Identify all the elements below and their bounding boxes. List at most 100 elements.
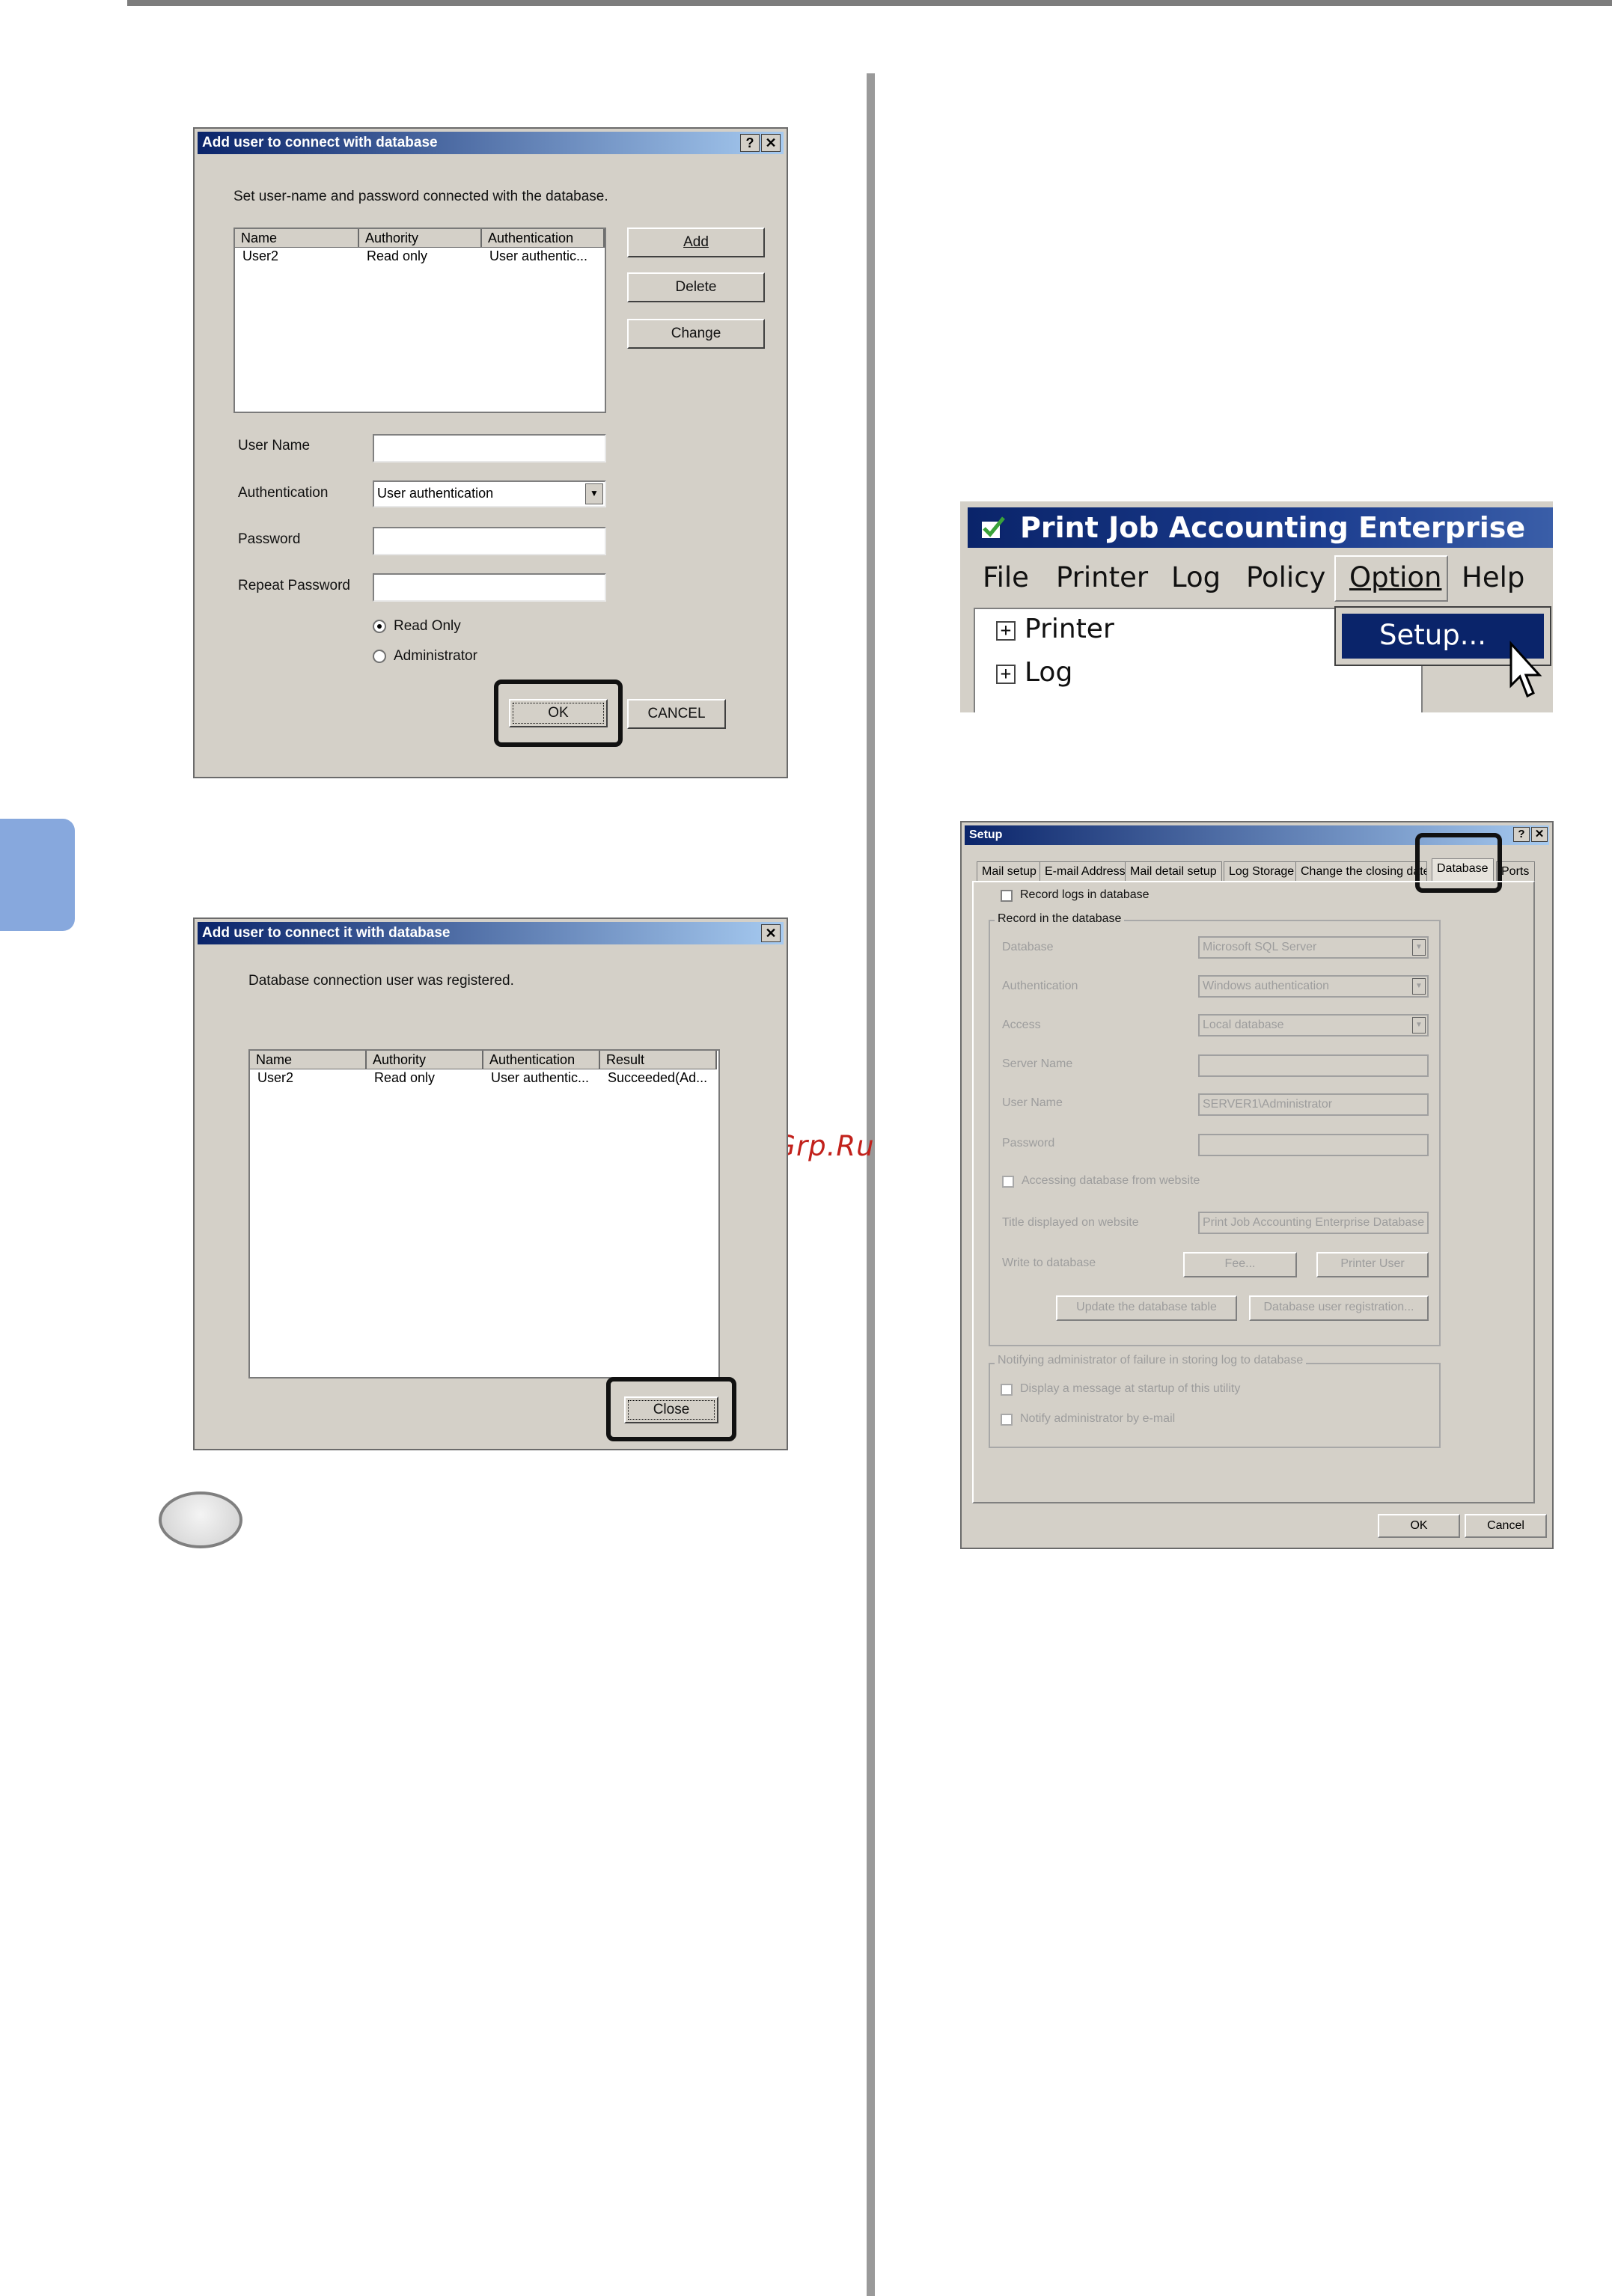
table-row-authority[interactable]: Read only	[367, 248, 427, 264]
authentication-value: User authentication	[377, 486, 494, 501]
record-logs-checkbox[interactable]	[1001, 890, 1013, 902]
cancel-button[interactable]: Cancel	[1465, 1514, 1547, 1538]
col-name[interactable]: Name	[235, 229, 359, 248]
menu-printer[interactable]: Printer	[1056, 561, 1148, 593]
radio-administrator-label[interactable]: Administrator	[394, 648, 477, 665]
chevron-down-icon[interactable]: ▼	[1412, 1017, 1426, 1033]
database-select[interactable]: Microsoft SQL Server ▼	[1198, 936, 1429, 959]
menu-option[interactable]: Option	[1349, 561, 1441, 593]
repeat-password-input[interactable]	[373, 573, 606, 602]
notify-email-checkbox[interactable]	[1001, 1414, 1013, 1426]
dialog-title: Setup	[969, 828, 1003, 841]
help-button[interactable]: ?	[1513, 827, 1530, 842]
app-titlebar: Print Job Accounting Enterprise	[968, 507, 1553, 548]
cancel-button[interactable]: CANCEL	[627, 699, 726, 729]
tab-email-address[interactable]: E-mail Address	[1039, 861, 1131, 881]
auth-value: Windows authentication	[1203, 980, 1329, 992]
radio-administrator[interactable]	[373, 650, 386, 663]
close-dialog-button[interactable]: Close	[624, 1396, 718, 1423]
col-authority[interactable]: Authority	[359, 229, 482, 248]
tree-item-log[interactable]: Log	[1025, 657, 1072, 688]
chevron-down-icon[interactable]: ▼	[1412, 939, 1426, 956]
username-input[interactable]	[373, 434, 606, 462]
user-input[interactable]: SERVER1\Administrator	[1198, 1093, 1429, 1116]
user-registration-button[interactable]: Database user registration...	[1249, 1295, 1429, 1321]
ok-button[interactable]: OK	[1378, 1514, 1460, 1538]
menu-policy[interactable]: Policy	[1246, 561, 1325, 593]
tab-closing-date[interactable]: Change the closing date	[1295, 861, 1427, 881]
tree-item-printer[interactable]: Printer	[1025, 614, 1114, 644]
table-row-authentication[interactable]: User authentic...	[491, 1070, 589, 1086]
message-text: Database connection user was registered.	[248, 973, 514, 989]
username-label: User Name	[238, 438, 311, 454]
dialog-titlebar: Add user to connect with database	[198, 132, 784, 154]
result-list[interactable]: Name Authority Authentication Result Use…	[248, 1049, 720, 1378]
close-button[interactable]: ✕	[761, 924, 781, 942]
table-row-result[interactable]: Succeeded(Ad...	[608, 1070, 707, 1086]
record-logs-label[interactable]: Record logs in database	[1020, 888, 1150, 902]
printer-user-button[interactable]: Printer User	[1316, 1252, 1429, 1277]
table-row-authentication[interactable]: User authentic...	[489, 248, 587, 264]
tab-mail-detail[interactable]: Mail detail setup	[1125, 861, 1222, 881]
fee-button[interactable]: Fee...	[1183, 1252, 1297, 1277]
table-row-name[interactable]: User2	[257, 1070, 293, 1086]
add-button[interactable]: Add	[627, 228, 765, 257]
app-window-menu: Print Job Accounting Enterprise File Pri…	[960, 501, 1553, 712]
close-button[interactable]: ✕	[1531, 827, 1548, 842]
user-label: User Name	[1002, 1096, 1063, 1109]
notify-group	[989, 1363, 1441, 1448]
expand-icon[interactable]: +	[996, 621, 1016, 641]
chevron-down-icon[interactable]: ▼	[1412, 978, 1426, 995]
display-message-checkbox[interactable]	[1001, 1384, 1013, 1396]
user-registered-dialog: Add user to connect it with database ✕ D…	[193, 918, 788, 1450]
table-row-name[interactable]: User2	[242, 248, 278, 264]
password-label: Password	[1002, 1137, 1055, 1149]
update-table-button[interactable]: Update the database table	[1056, 1295, 1237, 1321]
notify-email-label[interactable]: Notify administrator by e-mail	[1020, 1412, 1175, 1426]
access-label: Access	[1002, 1019, 1041, 1031]
website-label[interactable]: Accessing database from website	[1022, 1174, 1200, 1188]
chevron-down-icon[interactable]: ▼	[585, 483, 603, 504]
tab-log-storage[interactable]: Log Storage	[1224, 861, 1300, 881]
server-input[interactable]	[1198, 1054, 1429, 1077]
delete-button[interactable]: Delete	[627, 272, 765, 302]
col-authentication[interactable]: Authentication	[483, 1051, 600, 1069]
note-icon	[159, 1492, 242, 1548]
col-authority[interactable]: Authority	[367, 1051, 483, 1069]
top-rule	[127, 0, 1612, 6]
column-divider	[867, 73, 875, 2296]
ok-button[interactable]: OK	[509, 699, 608, 727]
tab-mail-setup[interactable]: Mail setup	[977, 861, 1042, 881]
mouse-cursor-icon	[1508, 641, 1547, 704]
authentication-label: Authentication	[238, 485, 329, 501]
close-button[interactable]: ✕	[761, 134, 781, 152]
website-checkbox[interactable]	[1002, 1176, 1014, 1188]
dialog-title: Add user to connect it with database	[202, 925, 451, 941]
display-message-label[interactable]: Display a message at startup of this uti…	[1020, 1382, 1240, 1396]
expand-icon[interactable]: +	[996, 665, 1016, 684]
help-button[interactable]: ?	[740, 134, 760, 152]
access-select[interactable]: Local database ▼	[1198, 1014, 1429, 1036]
password-input[interactable]	[1198, 1134, 1429, 1156]
menu-help[interactable]: Help	[1462, 561, 1524, 593]
authentication-select[interactable]: User authentication ▼	[373, 480, 606, 507]
menu-log[interactable]: Log	[1171, 561, 1221, 593]
server-label: Server Name	[1002, 1057, 1073, 1070]
col-authentication[interactable]: Authentication	[482, 229, 605, 248]
dialog-title: Add user to connect with database	[202, 135, 438, 150]
col-name[interactable]: Name	[250, 1051, 367, 1069]
auth-select[interactable]: Windows authentication ▼	[1198, 975, 1429, 998]
password-input[interactable]	[373, 527, 606, 555]
record-group-title: Record in the database	[995, 912, 1125, 926]
title-label: Title displayed on website	[1002, 1216, 1139, 1229]
chapter-tab	[0, 819, 75, 931]
radio-read-only[interactable]	[373, 620, 386, 633]
col-result[interactable]: Result	[600, 1051, 717, 1069]
table-row-authority[interactable]: Read only	[374, 1070, 435, 1086]
title-input[interactable]: Print Job Accounting Enterprise Database	[1198, 1212, 1429, 1234]
radio-read-only-label[interactable]: Read Only	[394, 618, 461, 635]
change-button[interactable]: Change	[627, 319, 765, 349]
menu-file[interactable]: File	[983, 561, 1029, 593]
user-list[interactable]: Name Authority Authentication User2 Read…	[233, 228, 606, 413]
database-value: Microsoft SQL Server	[1203, 941, 1317, 953]
